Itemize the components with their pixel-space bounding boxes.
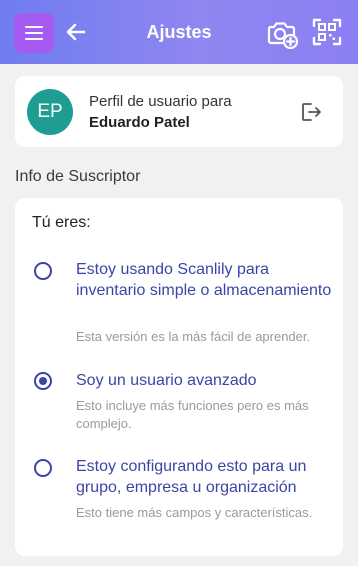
- profile-card[interactable]: EP Perfil de usuario para Eduardo Patel: [15, 76, 343, 147]
- camera-plus-icon[interactable]: [266, 17, 298, 49]
- app-header: Ajustes: [0, 0, 358, 64]
- section-title: Info de Suscriptor: [15, 168, 141, 185]
- page-title: Ajustes: [146, 22, 212, 42]
- option-description: Esta versión es la más fácil de aprender…: [76, 329, 311, 344]
- option-description: Esto tiene más campos y características.: [76, 505, 313, 520]
- radio-button-selected[interactable]: [34, 372, 52, 390]
- option-label: Estoy usando Scanlily para inventario si…: [76, 261, 332, 299]
- subscriber-options-card: Tú eres: Estoy usando Scanlily para inve…: [15, 198, 343, 556]
- profile-name: Eduardo Patel: [89, 114, 190, 131]
- option-label: Soy un usuario avanzado: [76, 372, 257, 389]
- qr-scan-icon[interactable]: [311, 16, 343, 48]
- option-label: Estoy configurando esto para un grupo, e…: [76, 458, 307, 496]
- radio-button[interactable]: [34, 459, 52, 477]
- profile-caption: Perfil de usuario para: [89, 93, 232, 110]
- option-description: Esto incluye más funciones pero es más c…: [76, 398, 309, 431]
- avatar: EP: [27, 89, 73, 135]
- radio-button[interactable]: [34, 262, 52, 280]
- logout-icon[interactable]: [299, 100, 323, 124]
- options-prompt: Tú eres:: [32, 214, 91, 231]
